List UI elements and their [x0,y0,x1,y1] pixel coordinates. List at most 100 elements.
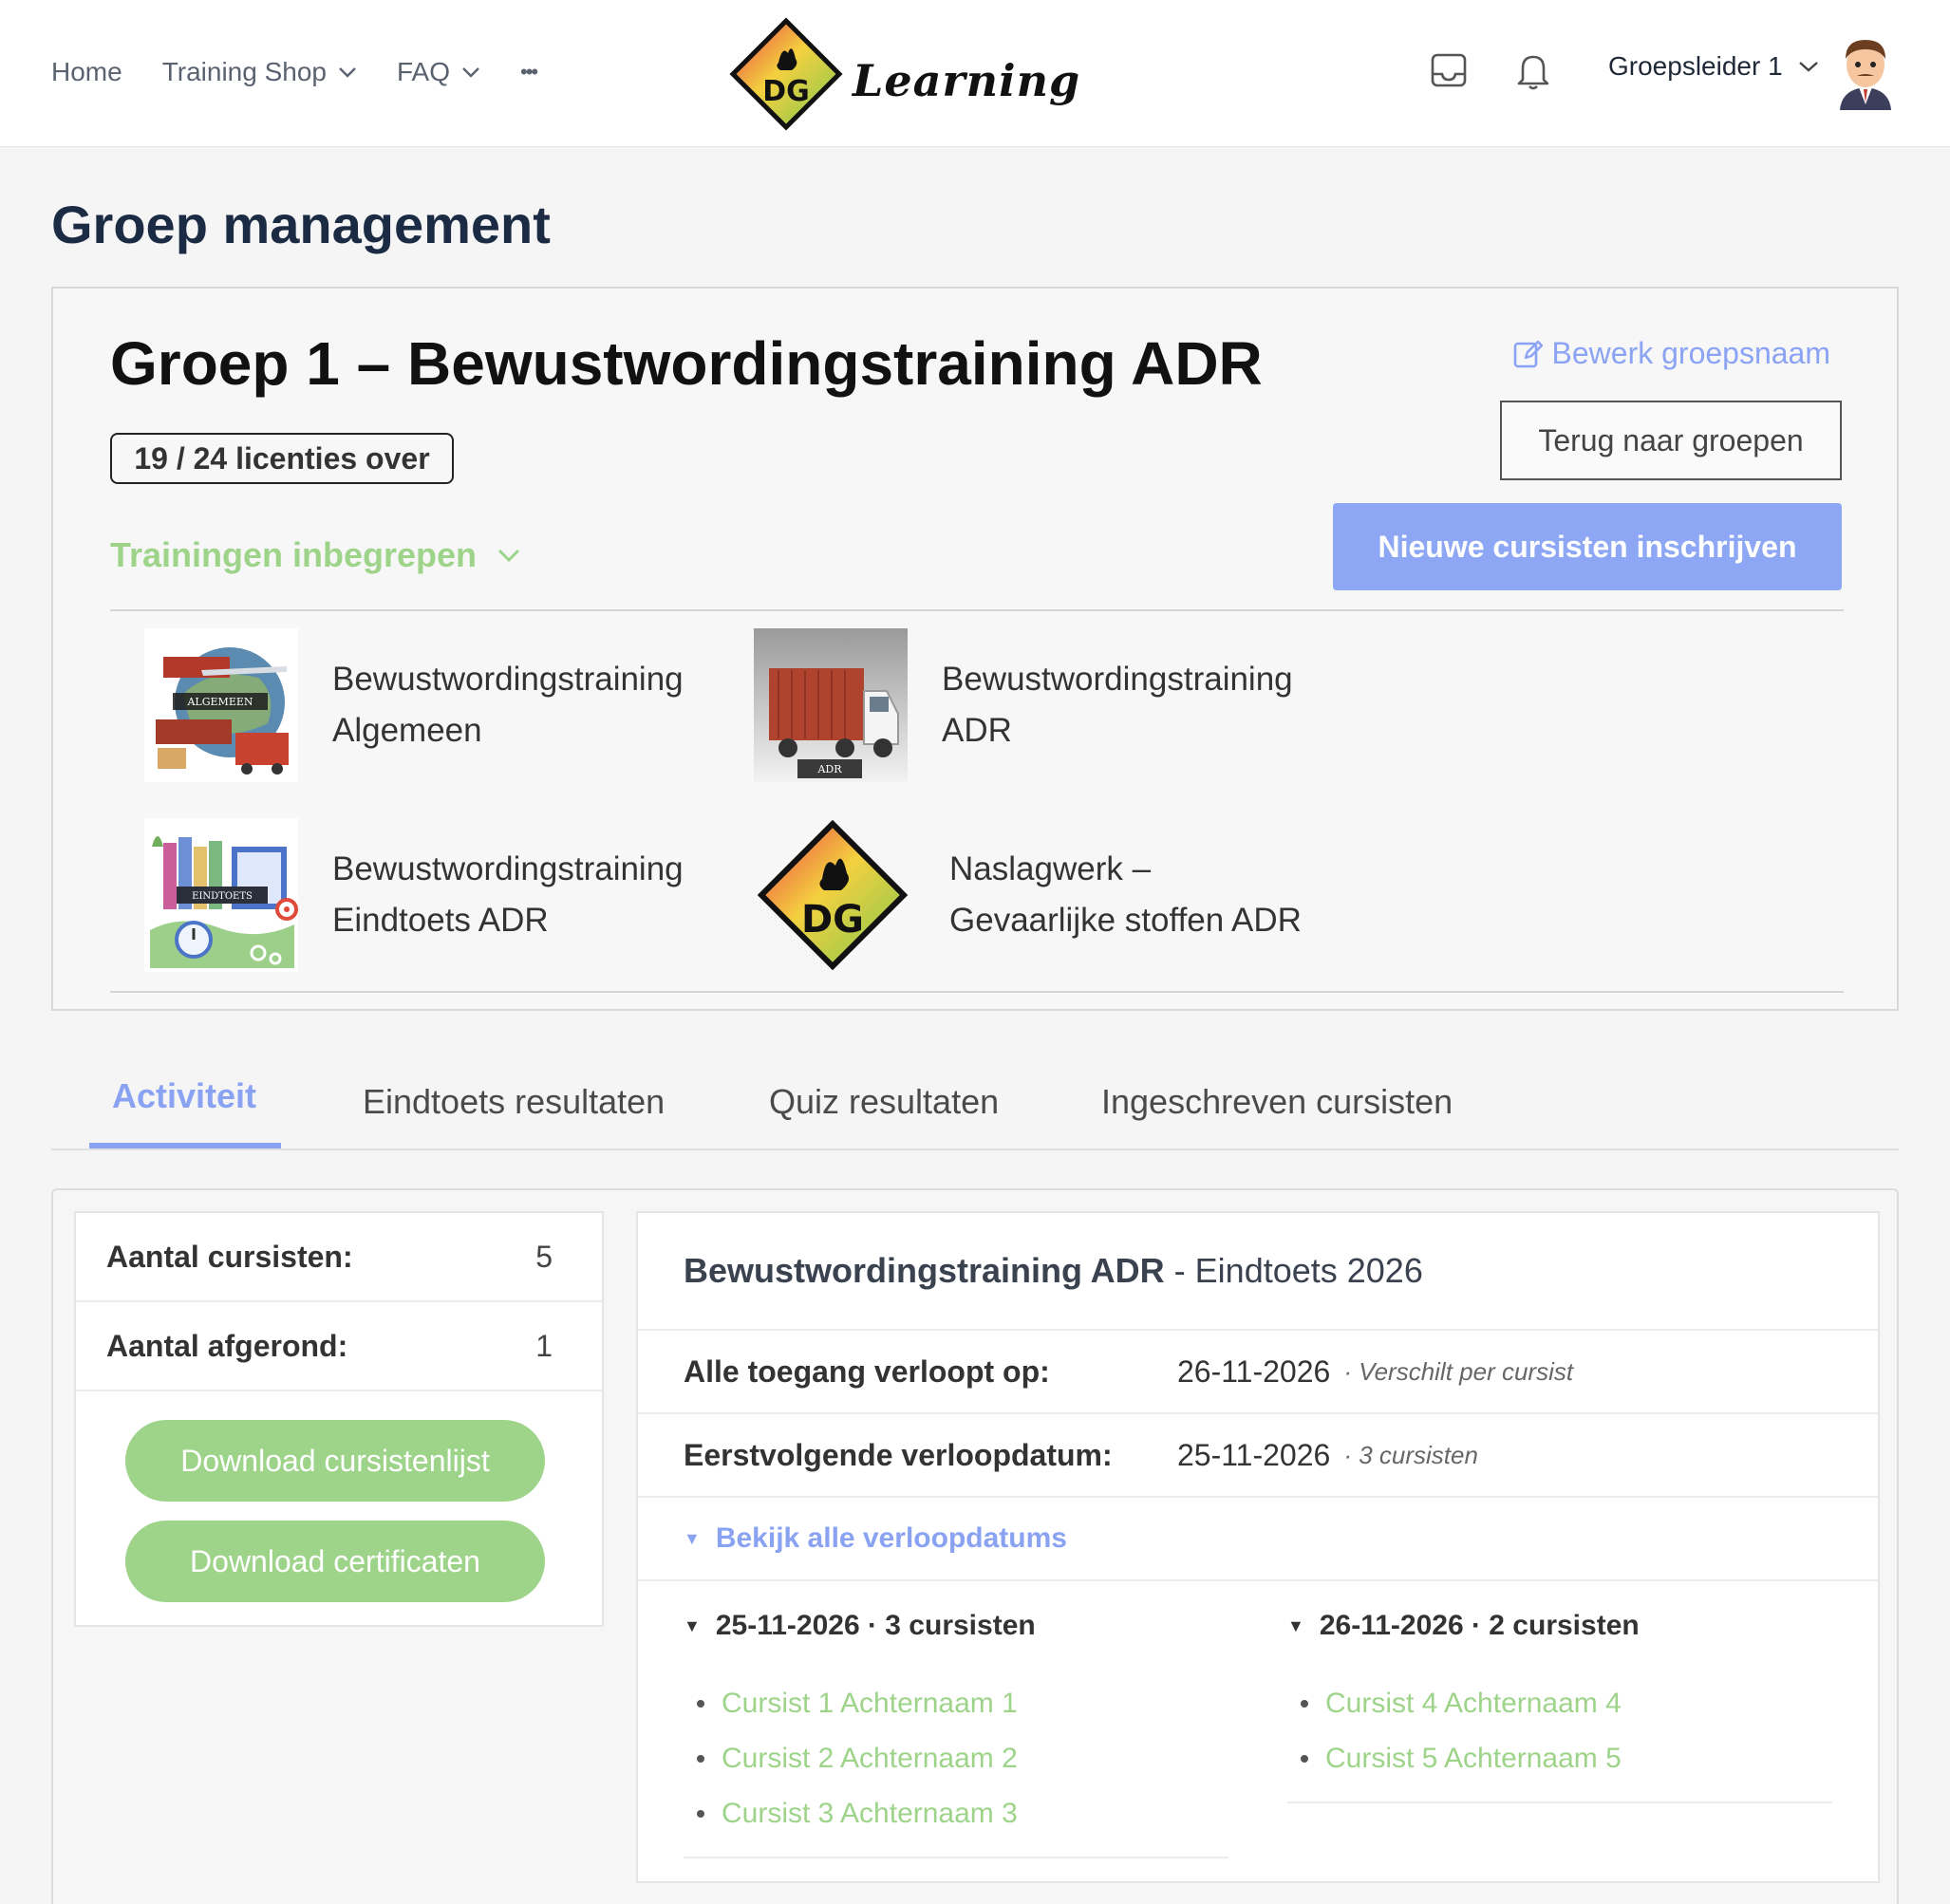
training-thumbnail-eindtoets: EINDTOETS [144,818,298,972]
page-title: Groep management [51,195,551,254]
expiry-group-toggle[interactable]: ▼ 25-11-2026 · 3 cursisten [684,1610,1228,1642]
detail-label: Alle toegang verloopt op: [684,1353,1050,1389]
detail-title: Bewustwordingstraining ADR - Eindtoets 2… [638,1213,1878,1331]
bullet-icon [697,1810,704,1818]
nav-training-shop-label: Training Shop [161,57,327,86]
group-title: Groep 1 – Bewustwordingstraining ADR [110,329,1263,398]
chevron-down-icon [498,549,520,562]
expiry-date-group: ▼ 26-11-2026 · 2 cursisten Cursist 4 Ach… [1287,1610,1832,1803]
training-item[interactable]: EINDTOETS Bewustwordingstraining Eindtoe… [144,818,684,972]
detail-row-next-expiry: Eerstvolgende verloopdatum: 25-11-2026 ·… [638,1414,1878,1498]
chevron-down-icon [1798,62,1818,72]
top-navbar: Home Training Shop FAQ ••• DG Learning G… [0,0,1950,147]
back-to-groups-button[interactable]: Terug naar groepen [1500,401,1842,480]
stat-row-completed: Aantal afgerond: 1 [76,1302,602,1391]
detail-label: Eerstvolgende verloopdatum: [684,1437,1113,1472]
nav-home-label: Home [51,57,122,86]
download-student-list-button[interactable]: Download cursistenlijst [125,1420,545,1502]
user-menu[interactable]: Groepsleider 1 [1608,51,1819,82]
student-link[interactable]: Cursist 4 Achternaam 4 [1301,1676,1832,1731]
bell-icon[interactable] [1515,51,1551,91]
enroll-students-button[interactable]: Nieuwe cursisten inschrijven [1333,503,1842,590]
training-label: Bewustwordingstraining Algemeen [332,654,684,756]
training-line2: ADR [942,712,1012,749]
student-list: Cursist 1 Achternaam 1 Cursist 2 Achtern… [684,1676,1228,1841]
group-card: Groep 1 – Bewustwordingstraining ADR 19 … [51,287,1899,1011]
stat-value: 1 [535,1328,553,1363]
training-item[interactable]: ADR Bewustwordingstraining ADR [754,628,1293,782]
expiry-group-toggle[interactable]: ▼ 26-11-2026 · 2 cursisten [1287,1610,1832,1642]
training-label: Bewustwordingstraining ADR [942,654,1293,756]
expiry-group-title: 26-11-2026 · 2 cursisten [1319,1610,1640,1641]
more-dots-icon: ••• [520,60,538,84]
edit-icon [1513,340,1543,367]
thumb-label: DG [801,898,864,942]
activity-panel: Aantal cursisten: 5 Aantal afgerond: 1 D… [51,1188,1899,1904]
detail-note: · 3 cursisten [1343,1440,1478,1469]
avatar[interactable] [1832,34,1899,110]
edit-group-name-link[interactable]: Bewerk groepsnaam [1512,336,1830,371]
tab-bar: Activiteit Eindtoets resultaten Quiz res… [51,1054,1899,1150]
divider [684,1857,1228,1858]
thumb-label: ALGEMEEN [186,696,253,708]
training-thumbnail-adr: ADR [754,628,908,782]
bullet-icon [1301,1755,1308,1763]
divider [110,991,1844,993]
svg-text:DG: DG [762,75,810,108]
divider [110,609,1844,611]
expiry-group-title: 25-11-2026 · 3 cursisten [715,1610,1036,1641]
thumb-label: ADR [816,763,842,775]
trainings-included-label: Trainingen inbegrepen [110,535,478,574]
nav-faq-label: FAQ [397,57,451,86]
student-name: Cursist 4 Achternaam 4 [1325,1688,1622,1719]
tab-quiz-resultaten[interactable]: Quiz resultaten [769,1082,999,1122]
training-label: Naslagwerk – Gevaarlijke stoffen ADR [949,844,1302,946]
main-nav: Home Training Shop FAQ ••• [51,51,576,93]
student-link[interactable]: Cursist 3 Achternaam 3 [697,1786,1228,1841]
divider [638,1579,1878,1581]
student-name: Cursist 5 Achternaam 5 [1325,1743,1622,1774]
detail-value: 26-11-2026 [1177,1353,1331,1389]
detail-note: · Verschilt per cursist [1343,1356,1574,1386]
student-name: Cursist 2 Achternaam 2 [722,1743,1018,1774]
tab-eindtoets-resultaten[interactable]: Eindtoets resultaten [363,1082,665,1122]
nav-home[interactable]: Home [51,51,122,93]
student-link[interactable]: Cursist 2 Achternaam 2 [697,1731,1228,1786]
training-line2: Eindtoets ADR [332,902,549,939]
tab-ingeschreven-cursisten[interactable]: Ingeschreven cursisten [1101,1082,1453,1122]
view-all-expiry-dates-toggle[interactable]: ▼ Bekijk alle verloopdatums [684,1522,1067,1555]
training-line2: Gevaarlijke stoffen ADR [949,902,1302,939]
edit-group-name-label: Bewerk groepsnaam [1551,336,1830,370]
divider [1287,1801,1832,1803]
expiry-detail-card: Bewustwordingstraining ADR - Eindtoets 2… [636,1211,1880,1883]
nav-faq[interactable]: FAQ [397,51,480,93]
license-badge: 19 / 24 licenties over [110,433,454,484]
student-link[interactable]: Cursist 5 Achternaam 5 [1301,1731,1832,1786]
nav-more-button[interactable]: ••• [520,51,538,93]
bullet-icon [697,1700,704,1708]
training-item[interactable]: DG Naslagwerk – Gevaarlijke stoffen ADR [756,818,1302,972]
stat-label: Aantal afgerond: [106,1328,348,1363]
download-certificates-button[interactable]: Download certificaten [125,1521,545,1602]
expiry-date-group: ▼ 25-11-2026 · 3 cursisten Cursist 1 Ach… [684,1610,1228,1858]
tab-activiteit[interactable]: Activiteit [112,1076,256,1116]
detail-title-suffix: - Eindtoets 2026 [1164,1251,1423,1290]
triangle-down-icon: ▼ [684,1615,701,1635]
training-line2: Algemeen [332,712,482,749]
training-label: Bewustwordingstraining Eindtoets ADR [332,844,684,946]
student-link[interactable]: Cursist 1 Achternaam 1 [697,1676,1228,1731]
triangle-down-icon: ▼ [1287,1615,1304,1635]
training-line1: Bewustwordingstraining [332,850,684,887]
detail-row-access-expires: Alle toegang verloopt op: 26-11-2026 · V… [638,1331,1878,1414]
training-thumbnail-algemeen: ALGEMEEN [144,628,298,782]
inbox-icon[interactable] [1430,51,1468,89]
stat-value: 5 [535,1239,553,1274]
chevron-down-icon [339,67,356,78]
stat-row-students: Aantal cursisten: 5 [76,1213,602,1302]
site-logo[interactable]: DG Learning [729,17,1080,131]
triangle-down-icon: ▼ [684,1528,701,1548]
trainings-included-toggle[interactable]: Trainingen inbegrepen [110,535,520,575]
nav-training-shop[interactable]: Training Shop [162,51,357,93]
detail-value: 25-11-2026 [1177,1437,1331,1472]
training-item[interactable]: ALGEMEEN Bewustwordingstraining Algemeen [144,628,684,782]
